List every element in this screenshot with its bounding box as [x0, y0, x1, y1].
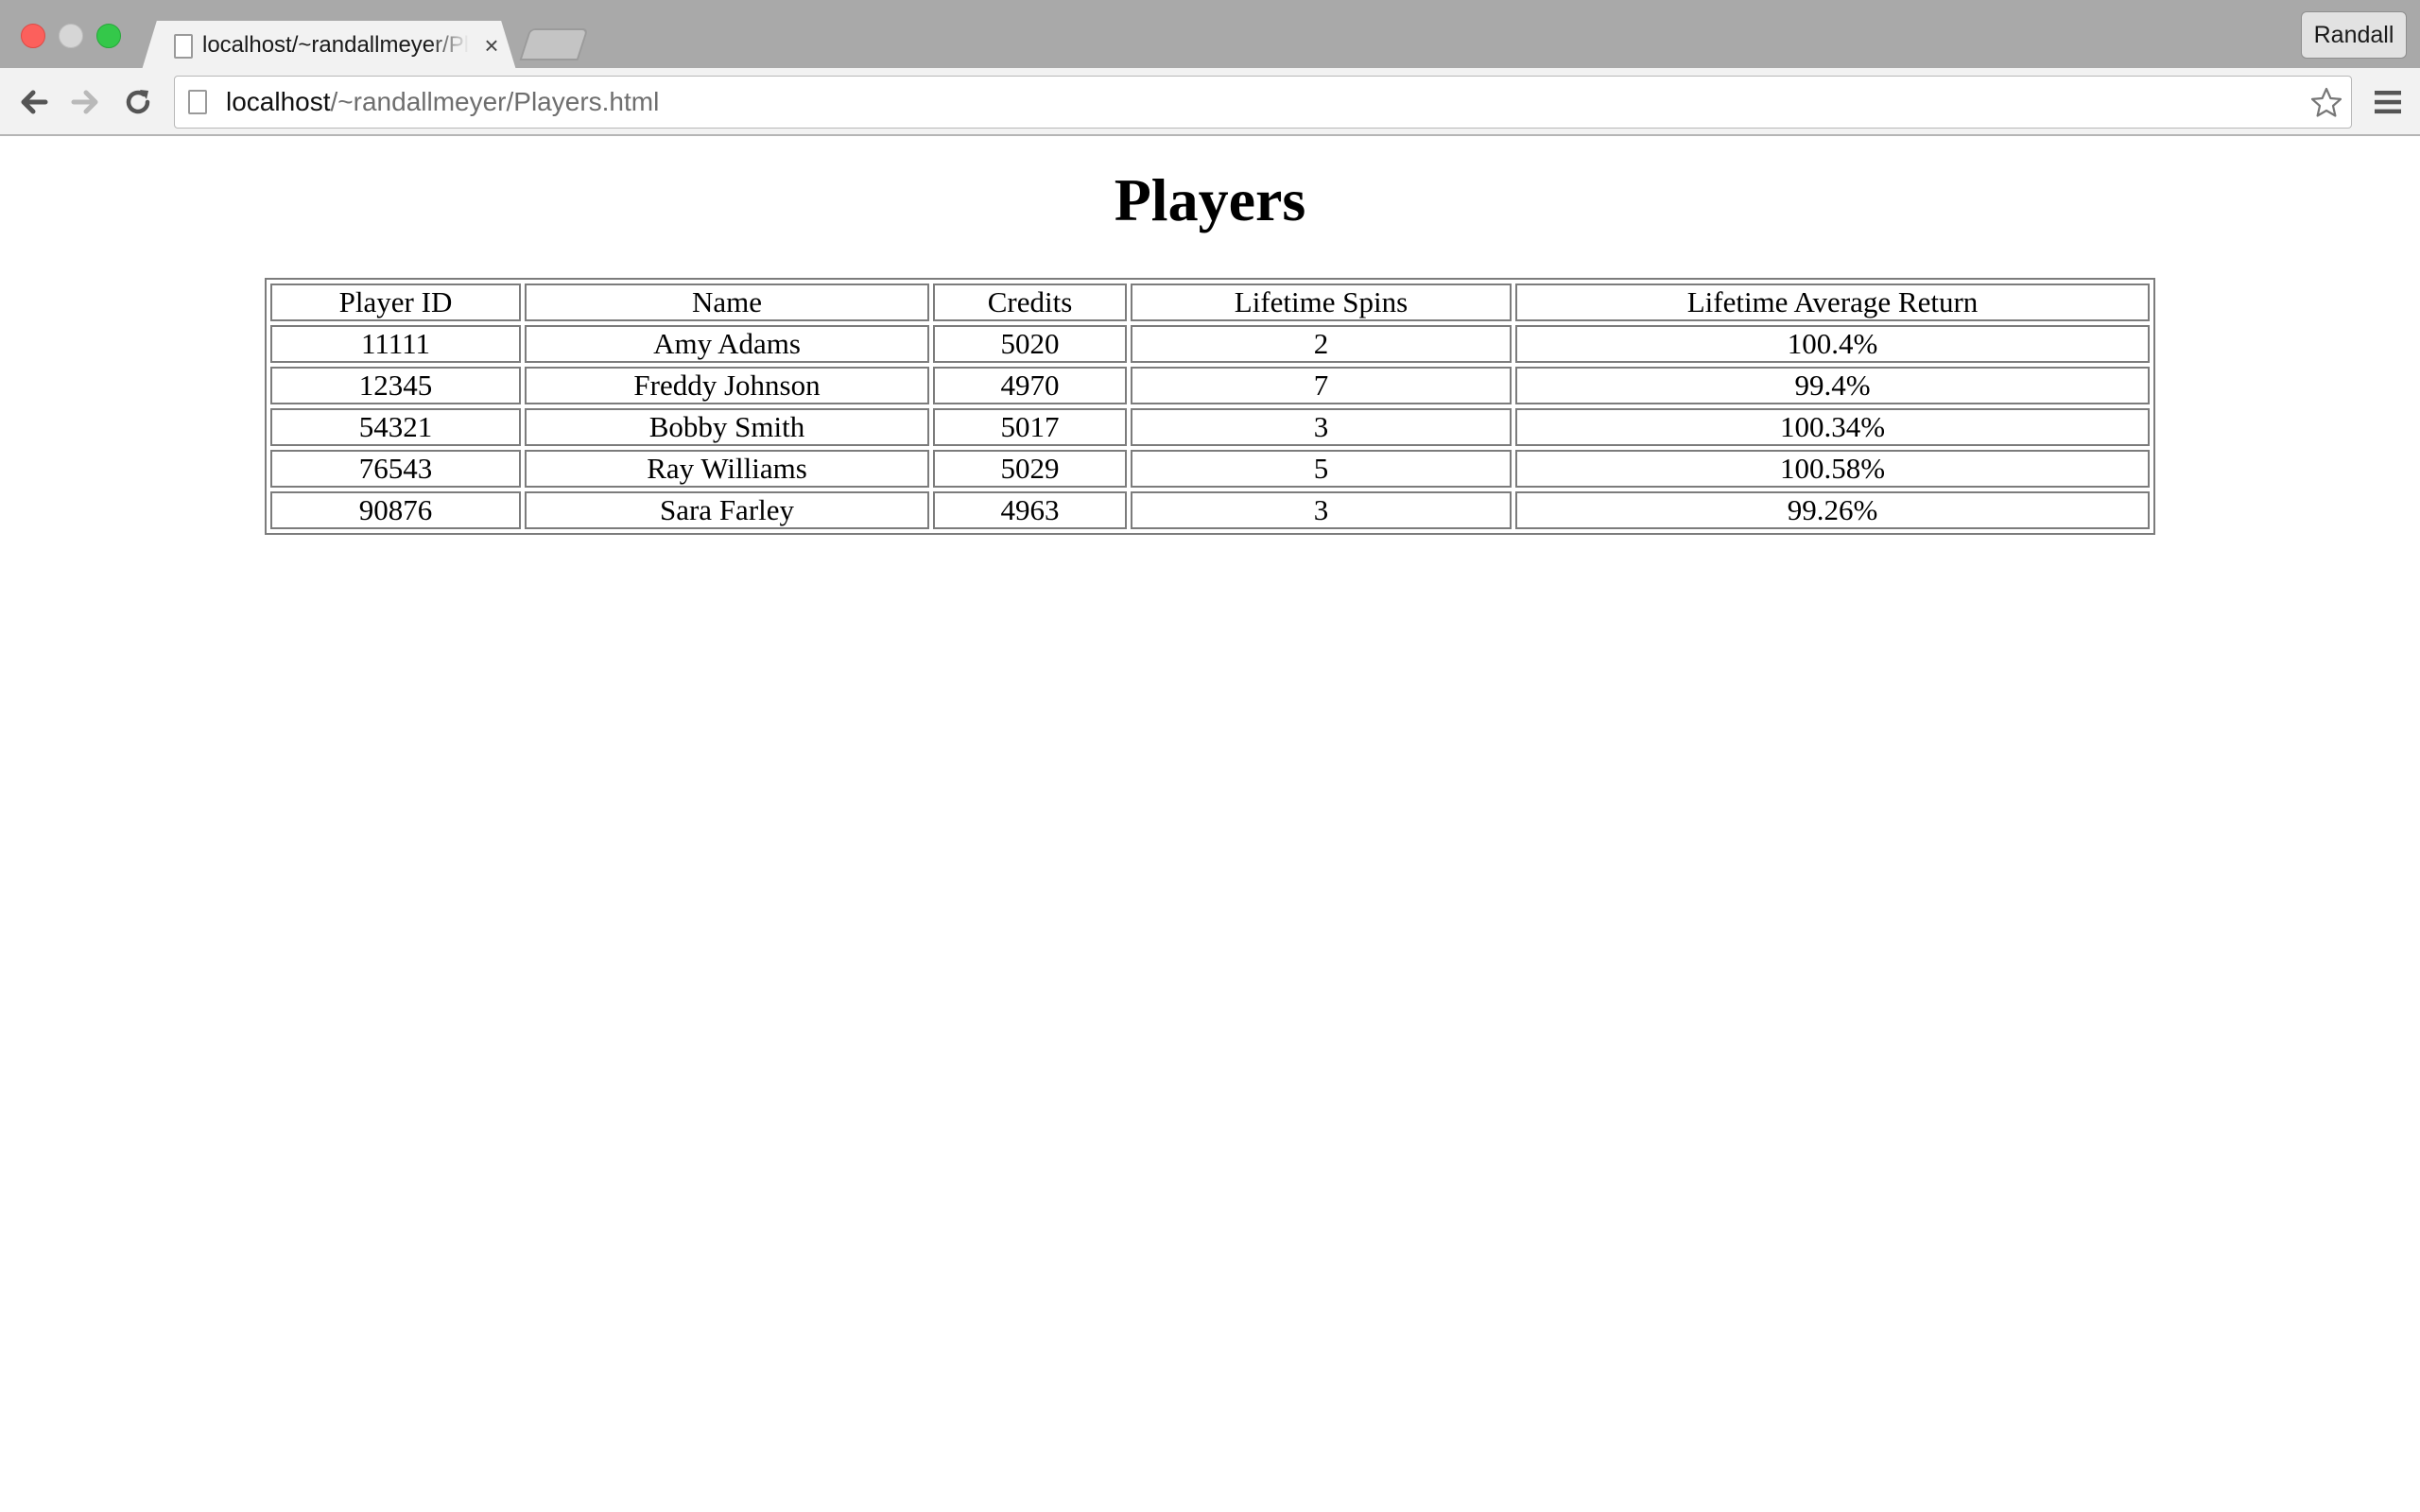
profile-button[interactable]: Randall [2301, 11, 2407, 59]
column-header-credits: Credits [933, 284, 1127, 321]
column-header-lifetime-spins: Lifetime Spins [1131, 284, 1512, 321]
lifetime-average-return-cell: 100.58% [1515, 450, 2150, 488]
back-button[interactable] [13, 81, 55, 123]
reload-button[interactable] [117, 81, 159, 123]
new-tab-button[interactable] [519, 28, 589, 60]
player-id-cell: 76543 [270, 450, 521, 488]
name-cell: Freddy Johnson [525, 367, 929, 404]
column-header-lifetime-average-return: Lifetime Average Return [1515, 284, 2150, 321]
lifetime-spins-cell: 2 [1131, 325, 1512, 363]
player-id-cell: 54321 [270, 408, 521, 446]
credits-cell: 5020 [933, 325, 1127, 363]
table-header-row: Player ID Name Credits Lifetime Spins Li… [270, 284, 2150, 321]
page-title: Players [1114, 166, 1306, 233]
player-id-cell: 12345 [270, 367, 521, 404]
credits-cell: 4970 [933, 367, 1127, 404]
lifetime-average-return-cell: 99.26% [1515, 491, 2150, 529]
browser-toolbar: localhost/~randallmeyer/Players.html [0, 68, 2420, 136]
lifetime-spins-cell: 5 [1131, 450, 1512, 488]
credits-cell: 5029 [933, 450, 1127, 488]
lifetime-spins-cell: 7 [1131, 367, 1512, 404]
document-icon [188, 90, 207, 114]
tab-document-icon [174, 34, 193, 59]
tab-close-icon[interactable]: × [478, 28, 505, 62]
players-table: Player ID Name Credits Lifetime Spins Li… [265, 278, 2155, 535]
credits-cell: 5017 [933, 408, 1127, 446]
name-cell: Bobby Smith [525, 408, 929, 446]
window-close-button[interactable] [21, 24, 45, 48]
url-text[interactable]: localhost/~randallmeyer/Players.html [226, 77, 659, 128]
lifetime-spins-cell: 3 [1131, 491, 1512, 529]
window-maximize-button[interactable] [96, 24, 121, 48]
lifetime-average-return-cell: 100.4% [1515, 325, 2150, 363]
forward-button[interactable] [64, 81, 106, 123]
bookmark-star-icon[interactable] [2309, 86, 2343, 120]
reload-icon [126, 90, 150, 114]
address-bar[interactable]: localhost/~randallmeyer/Players.html [174, 76, 2352, 129]
url-path: /~randallmeyer/Players.html [330, 87, 660, 116]
player-id-cell: 90876 [270, 491, 521, 529]
column-header-player-id: Player ID [270, 284, 521, 321]
window-titlebar: localhost/~randallmeyer/Players.html × R… [0, 0, 2420, 70]
lifetime-average-return-cell: 99.4% [1515, 367, 2150, 404]
lifetime-average-return-cell: 100.34% [1515, 408, 2150, 446]
name-cell: Sara Farley [525, 491, 929, 529]
table-row: 76543 Ray Williams 5029 5 100.58% [270, 450, 2150, 488]
forward-icon [71, 90, 98, 114]
column-header-name: Name [525, 284, 929, 321]
table-row: 11111 Amy Adams 5020 2 100.4% [270, 325, 2150, 363]
table-row: 12345 Freddy Johnson 4970 7 99.4% [270, 367, 2150, 404]
back-icon [21, 90, 48, 114]
table-row: 54321 Bobby Smith 5017 3 100.34% [270, 408, 2150, 446]
player-id-cell: 11111 [270, 325, 521, 363]
name-cell: Ray Williams [525, 450, 929, 488]
menu-icon[interactable] [2371, 85, 2405, 119]
lifetime-spins-cell: 3 [1131, 408, 1512, 446]
credits-cell: 4963 [933, 491, 1127, 529]
name-cell: Amy Adams [525, 325, 929, 363]
table-row: 90876 Sara Farley 4963 3 99.26% [270, 491, 2150, 529]
window-minimize-button[interactable] [59, 24, 83, 48]
url-host: localhost [226, 87, 331, 116]
tab-title[interactable]: localhost/~randallmeyer/Players.html [202, 28, 469, 62]
